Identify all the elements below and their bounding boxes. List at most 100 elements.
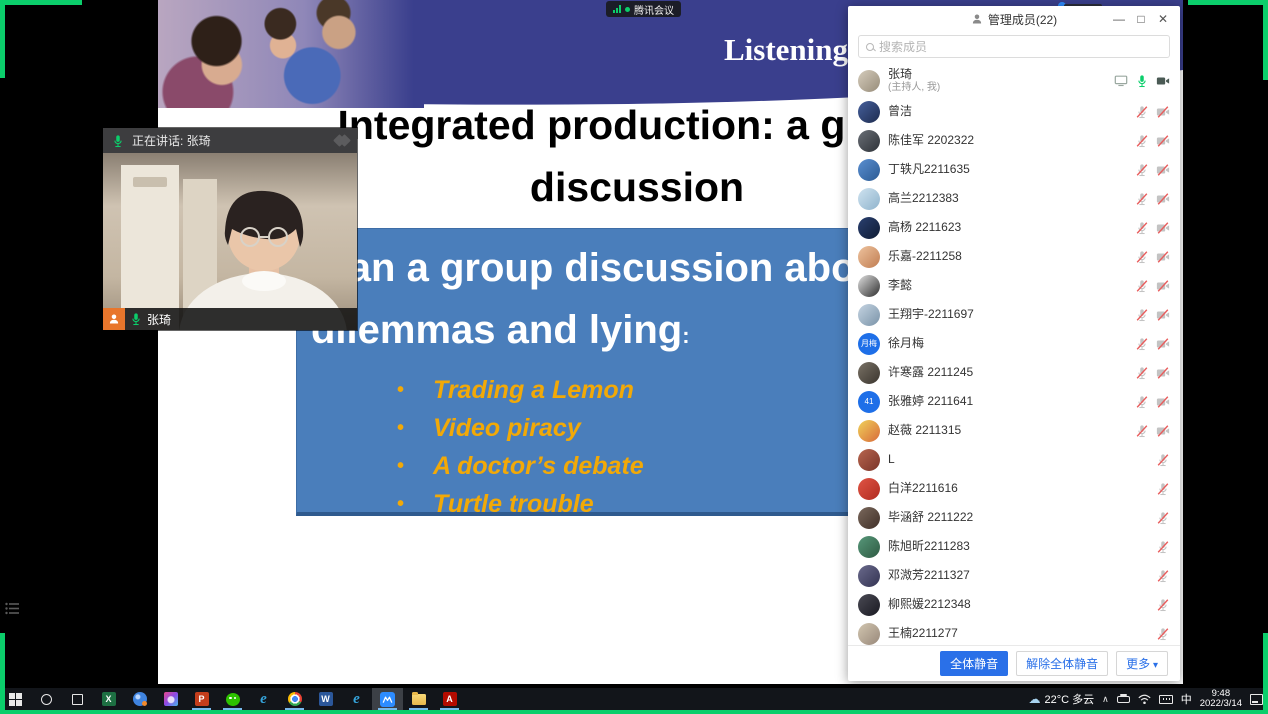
member-row[interactable]: 41 张雅婷 2211641 xyxy=(858,387,1170,416)
mic-muted-icon[interactable] xyxy=(1135,366,1149,380)
member-row[interactable]: 毕涵舒 2211222 xyxy=(858,503,1170,532)
member-row[interactable]: 高杨 2211623 xyxy=(858,213,1170,242)
cam-muted-icon[interactable] xyxy=(1156,424,1170,438)
mic-muted-icon[interactable] xyxy=(1156,511,1170,525)
touch-keyboard-icon[interactable] xyxy=(1159,695,1173,704)
mic-muted-icon[interactable] xyxy=(1156,598,1170,612)
cam-muted-icon[interactable] xyxy=(1156,366,1170,380)
cam-muted-icon[interactable] xyxy=(1156,105,1170,119)
member-status-icons xyxy=(1156,482,1170,496)
mic-muted-icon[interactable] xyxy=(1135,105,1149,119)
screen-share-icon[interactable] xyxy=(1114,74,1128,88)
member-status-icons xyxy=(1135,192,1170,206)
cam-muted-icon[interactable] xyxy=(1156,337,1170,351)
taskbar-chrome-icon[interactable] xyxy=(279,688,310,710)
taskbar-ie2-icon[interactable]: e xyxy=(341,688,372,710)
taskbar-photos-icon[interactable] xyxy=(155,688,186,710)
mic-muted-icon[interactable] xyxy=(1135,337,1149,351)
close-button[interactable]: ✕ xyxy=(1152,8,1174,30)
mic-muted-icon[interactable] xyxy=(1135,308,1149,322)
taskbar-excel-icon[interactable]: X xyxy=(93,688,124,710)
taskbar-word-icon[interactable]: W xyxy=(310,688,341,710)
member-row[interactable]: 曾洁 xyxy=(858,97,1170,126)
member-avatar xyxy=(858,420,880,442)
member-row[interactable]: 丁轶凡2211635 xyxy=(858,155,1170,184)
cam-muted-icon[interactable] xyxy=(1156,250,1170,264)
member-row[interactable]: 邓溦芳2211327 xyxy=(858,561,1170,590)
cam-on-icon[interactable] xyxy=(1156,74,1170,88)
member-row[interactable]: 高兰2212383 xyxy=(858,184,1170,213)
member-status-icons xyxy=(1156,569,1170,583)
cam-muted-icon[interactable] xyxy=(1156,221,1170,235)
maximize-button[interactable]: □ xyxy=(1130,8,1152,30)
member-row[interactable]: L xyxy=(858,445,1170,474)
cam-muted-icon[interactable] xyxy=(1156,163,1170,177)
taskbar-qq-app-icon[interactable] xyxy=(124,688,155,710)
taskbar-meeting-icon[interactable] xyxy=(372,688,403,710)
cam-muted-icon[interactable] xyxy=(1156,192,1170,206)
member-row[interactable]: 赵薇 2211315 xyxy=(858,416,1170,445)
mic-on-icon xyxy=(111,134,125,148)
speaker-video-window[interactable]: 正在讲话: 张琦 张琦 xyxy=(103,128,357,330)
member-name: 赵薇 2211315 xyxy=(888,424,961,437)
mic-muted-icon[interactable] xyxy=(1135,279,1149,293)
members-icon xyxy=(971,13,983,25)
mic-muted-icon[interactable] xyxy=(1156,482,1170,496)
minimize-button[interactable]: — xyxy=(1108,8,1130,30)
member-name: 乐嘉-2211258 xyxy=(888,250,962,263)
system-tray: ☁ 22°C 多云 ∧ 中 9:48 2022/3/14 xyxy=(1029,689,1268,710)
member-row[interactable]: 王楠2211277 xyxy=(858,619,1170,645)
member-row[interactable]: 陈旭昕2211283 xyxy=(858,532,1170,561)
taskbar-powerpoint-icon[interactable]: P xyxy=(186,688,217,710)
weather-widget[interactable]: ☁ 22°C 多云 xyxy=(1029,691,1095,707)
taskbar-apps: XPeWeA xyxy=(0,688,465,710)
taskbar-acrobat-icon[interactable]: A xyxy=(434,688,465,710)
share-border-segment xyxy=(0,0,82,5)
mic-muted-icon[interactable] xyxy=(1135,134,1149,148)
mic-muted-icon[interactable] xyxy=(1135,221,1149,235)
member-search-box[interactable] xyxy=(858,35,1170,58)
mic-muted-icon[interactable] xyxy=(1156,627,1170,641)
more-button[interactable]: 更多 xyxy=(1116,651,1168,676)
taskbar-taskview-icon[interactable] xyxy=(62,688,93,710)
member-row[interactable]: 张琦 (主持人, 我) xyxy=(858,64,1170,97)
meeting-status-pill[interactable]: 腾讯会议 xyxy=(606,1,681,17)
taskbar-wechat-icon[interactable] xyxy=(217,688,248,710)
show-hidden-icons[interactable]: ∧ xyxy=(1102,694,1109,705)
member-row[interactable]: 李懿 xyxy=(858,271,1170,300)
member-status-icons xyxy=(1156,627,1170,641)
clock[interactable]: 9:48 2022/3/14 xyxy=(1200,689,1242,710)
mic-muted-icon[interactable] xyxy=(1135,163,1149,177)
member-row[interactable]: 月梅 徐月梅 xyxy=(858,329,1170,358)
wifi-icon[interactable] xyxy=(1138,694,1151,705)
slideshow-menu-icon[interactable] xyxy=(5,602,20,618)
member-row[interactable]: 陈佳军 2202322 xyxy=(858,126,1170,155)
app-name: 腾讯会议 xyxy=(634,2,674,17)
mic-muted-icon[interactable] xyxy=(1156,453,1170,467)
action-center-icon[interactable] xyxy=(1250,694,1263,705)
unmute-all-button[interactable]: 解除全体静音 xyxy=(1016,651,1108,676)
member-row[interactable]: 许寒露 2211245 xyxy=(858,358,1170,387)
cam-muted-icon[interactable] xyxy=(1156,134,1170,148)
mic-muted-icon[interactable] xyxy=(1156,540,1170,554)
mic-muted-icon[interactable] xyxy=(1156,569,1170,583)
taskbar-explorer-icon[interactable] xyxy=(403,688,434,710)
cam-muted-icon[interactable] xyxy=(1156,395,1170,409)
member-row[interactable]: 乐嘉-2211258 xyxy=(858,242,1170,271)
taskbar-search-icon[interactable] xyxy=(31,688,62,710)
member-row[interactable]: 柳熙媛2212348 xyxy=(858,590,1170,619)
ime-indicator[interactable]: 中 xyxy=(1181,691,1192,707)
mic-muted-icon[interactable] xyxy=(1135,192,1149,206)
device-icon[interactable] xyxy=(1117,696,1130,703)
mic-muted-icon[interactable] xyxy=(1135,250,1149,264)
taskbar-ie-icon[interactable]: e xyxy=(248,688,279,710)
member-row[interactable]: 白洋2211616 xyxy=(858,474,1170,503)
cam-muted-icon[interactable] xyxy=(1156,279,1170,293)
mic-on-icon[interactable] xyxy=(1135,74,1149,88)
cam-muted-icon[interactable] xyxy=(1156,308,1170,322)
member-row[interactable]: 王翔宇-2211697 xyxy=(858,300,1170,329)
mute-all-button[interactable]: 全体静音 xyxy=(940,651,1008,676)
mic-muted-icon[interactable] xyxy=(1135,395,1149,409)
search-input[interactable] xyxy=(879,40,1162,54)
mic-muted-icon[interactable] xyxy=(1135,424,1149,438)
